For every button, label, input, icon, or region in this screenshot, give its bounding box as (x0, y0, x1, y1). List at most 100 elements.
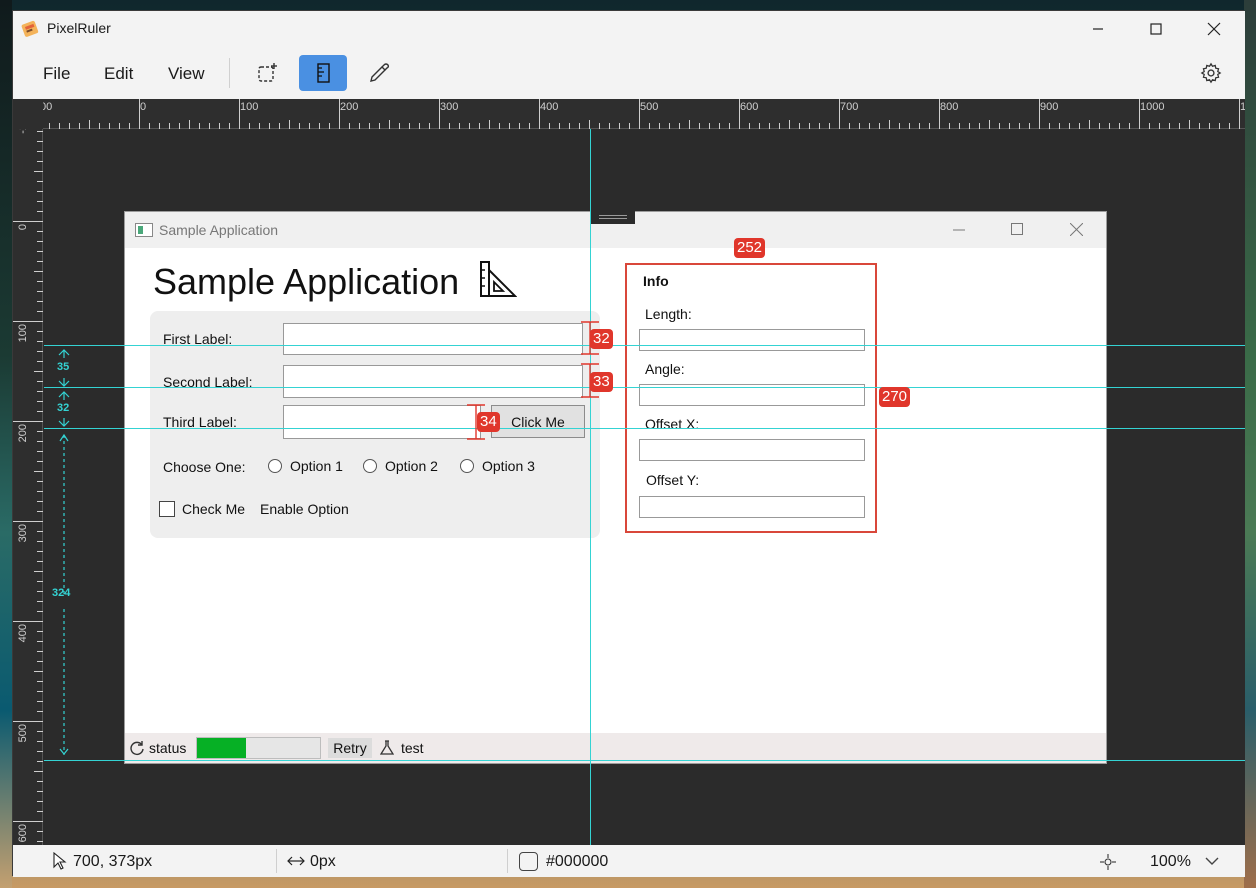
field3-height-badge: 34 (477, 412, 500, 432)
color-swatch (519, 852, 538, 871)
app-logo-icon (21, 20, 39, 37)
offset-y-label: Offset Y: (646, 472, 700, 488)
menu-view[interactable]: View (168, 64, 205, 84)
third-field[interactable] (283, 405, 481, 439)
close-button[interactable] (1185, 11, 1243, 47)
chevron-down-icon[interactable] (1205, 856, 1219, 866)
ruler-left-label: 500 (17, 724, 29, 742)
refresh-icon (130, 741, 144, 755)
horizontal-guide-3[interactable] (44, 428, 1245, 429)
ruler-top-label: 600 (740, 101, 758, 113)
option-3-label: Option 3 (482, 458, 535, 474)
distance-icon (287, 856, 305, 866)
ruler-left-label: 300 (17, 524, 29, 542)
ruler-left-label: 100 (17, 324, 29, 342)
status-bar: 700, 373px 0px #000000 100% (13, 845, 1245, 877)
ruler-corner (13, 99, 43, 129)
horizontal-ruler[interactable]: 0001002003004005006007008009001000110 (43, 99, 1245, 129)
gap-b-label: 32 (57, 402, 70, 414)
second-field[interactable] (283, 365, 583, 398)
option-2-label: Option 2 (385, 458, 438, 474)
enable-option-label: Enable Option (260, 501, 349, 517)
toolbar: File Edit View (13, 47, 1245, 99)
close-icon (1207, 22, 1221, 36)
ruler-top-label: 400 (540, 101, 558, 113)
length-field[interactable] (639, 329, 865, 351)
sample-minimize-icon[interactable] (953, 224, 965, 236)
selection-tool-button[interactable] (243, 55, 291, 91)
sample-window-title: Sample Application (159, 222, 279, 238)
minimize-icon (1093, 28, 1103, 30)
ruler-top-label: 800 (940, 101, 958, 113)
offset-y-field[interactable] (639, 496, 865, 518)
horizontal-guide-1[interactable] (44, 345, 1245, 346)
ruler-top-label: 110 (1240, 101, 1245, 113)
ruler-top-label: 0 (140, 101, 146, 113)
option-1-radio[interactable] (268, 459, 282, 473)
color-value: #000000 (546, 853, 609, 870)
horizontal-guide-2[interactable] (44, 387, 1245, 388)
menu-file[interactable]: File (43, 64, 70, 84)
zoom-level[interactable]: 100% (1150, 853, 1191, 871)
click-me-button[interactable]: Click Me (491, 405, 585, 438)
set-square-icon (480, 261, 518, 297)
distance-value: 0px (310, 853, 336, 870)
gear-icon (1200, 62, 1222, 84)
first-field[interactable] (283, 323, 583, 355)
window-drag-handle[interactable] (591, 211, 635, 224)
sample-close-icon[interactable] (1070, 223, 1083, 236)
length-label: Length: (645, 306, 692, 322)
gap-a-label: 35 (57, 361, 70, 373)
ruler-left-label: 400 (17, 624, 29, 642)
horizontal-ruler-scale: 0001002003004005006007008009001000110 (43, 99, 1245, 129)
menu-edit[interactable]: Edit (104, 64, 133, 84)
info-width-badge: 252 (734, 238, 766, 258)
vertical-ruler[interactable]: -1 0 100 200 300 400 500 600 (13, 129, 43, 845)
vertical-guide[interactable] (590, 129, 591, 845)
ruler-left-label: 0 (17, 224, 29, 230)
info-height-badge: 270 (879, 387, 911, 407)
sample-status-bar: status Retry test (125, 733, 1106, 763)
settings-button[interactable] (1189, 55, 1233, 91)
sample-application-window: Sample Application Sample Application Fi… (124, 211, 1107, 764)
canvas[interactable]: Sample Application Sample Application Fi… (44, 129, 1245, 845)
app-title: PixelRuler (47, 20, 111, 36)
option-3-radio[interactable] (460, 459, 474, 473)
ruler-top-label: 00 (43, 101, 52, 113)
vertical-ruler-scale: -1 0 100 200 300 400 500 600 (13, 129, 43, 842)
ruler-top-label: 700 (840, 101, 858, 113)
desktop-background-right (1244, 0, 1256, 888)
flask-icon (380, 740, 394, 755)
status-separator-1 (276, 849, 277, 873)
sample-heading: Sample Application (153, 260, 518, 303)
retry-button[interactable]: Retry (328, 738, 372, 758)
maximize-button[interactable] (1127, 11, 1185, 47)
offset-x-label: Offset X: (645, 416, 700, 432)
ruler-tool-button[interactable] (299, 55, 347, 91)
ruler-top-label: 100 (240, 101, 258, 113)
minimize-button[interactable] (1069, 11, 1127, 47)
info-panel: Info Length: Angle: Offset X: Offset Y: (625, 263, 877, 533)
angle-label: Angle: (645, 361, 685, 377)
color-picker-tool-button[interactable] (355, 55, 403, 91)
ruler-top-label: 200 (340, 101, 358, 113)
move-icon[interactable] (1099, 853, 1117, 871)
sample-maximize-icon[interactable] (1011, 223, 1023, 235)
cursor-position: 700, 373px (73, 853, 153, 870)
ruler-left-label: 200 (17, 424, 29, 442)
window-app-icon (135, 223, 153, 237)
test-label: test (401, 740, 424, 756)
sample-heading-text: Sample Application (153, 261, 460, 302)
info-title: Info (643, 273, 669, 289)
pixelruler-window: PixelRuler File Edit View 00 0 100 200 3… (12, 10, 1245, 877)
option-2-radio[interactable] (363, 459, 377, 473)
maximize-icon (1150, 23, 1162, 35)
ruler-top-label: 900 (1040, 101, 1058, 113)
check-me-label: Check Me (182, 501, 246, 517)
desktop-background-left (0, 0, 12, 888)
offset-x-field[interactable] (639, 439, 865, 461)
horizontal-guide-4[interactable] (44, 760, 1245, 761)
ruler-top-label: 500 (640, 101, 658, 113)
dashed-select-icon (258, 63, 277, 82)
check-me-checkbox[interactable] (159, 501, 175, 517)
